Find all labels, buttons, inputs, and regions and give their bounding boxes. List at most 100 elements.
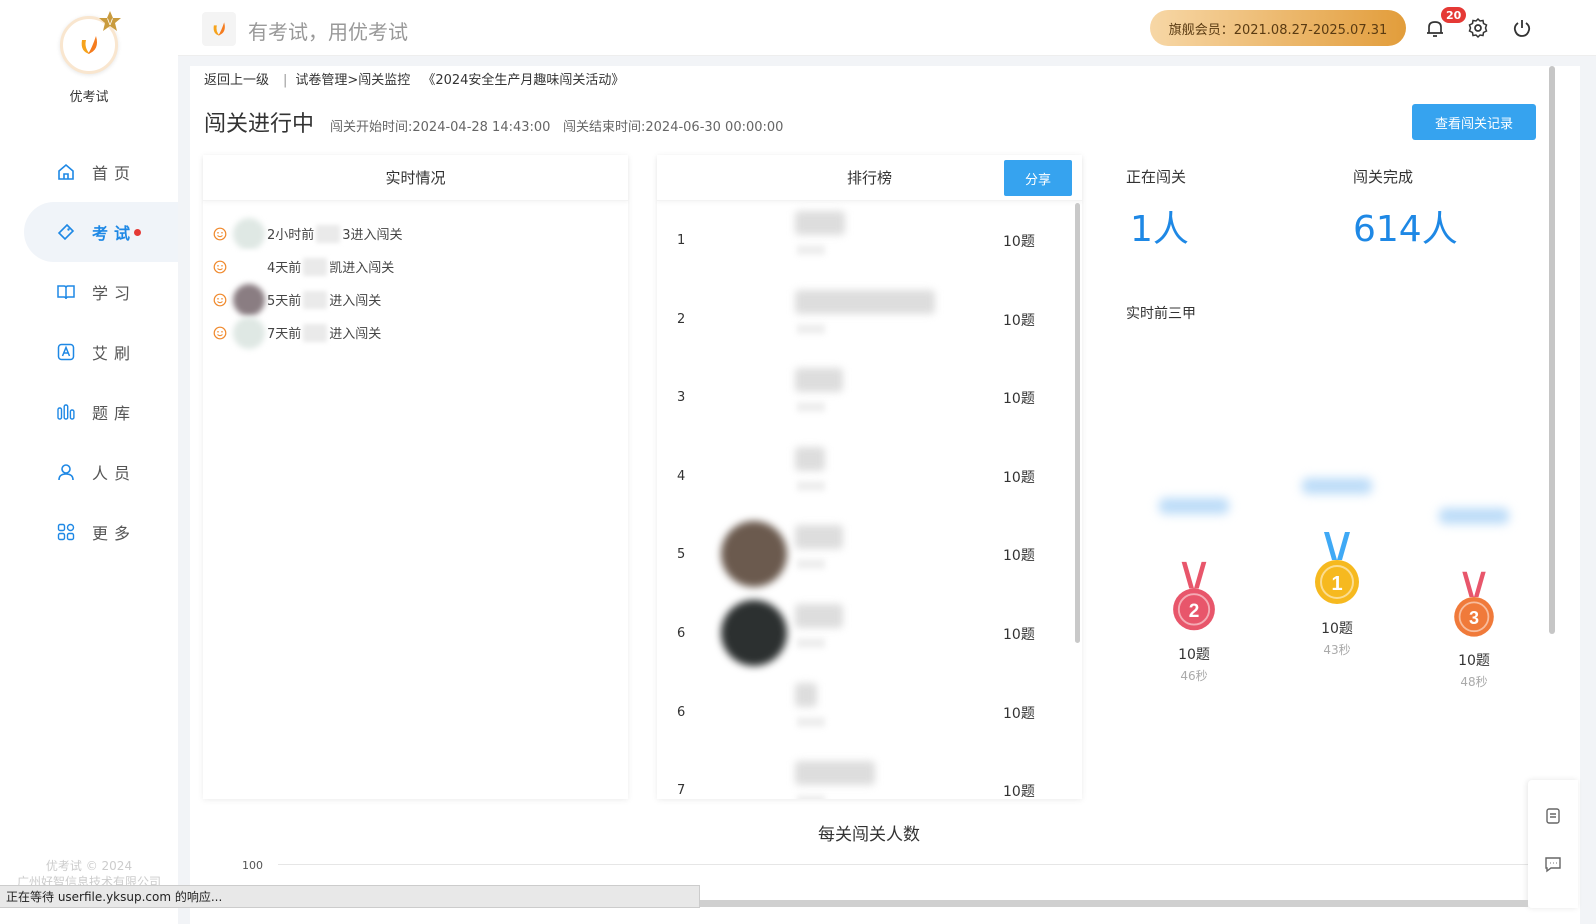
avatar: [721, 678, 787, 745]
app-slogan: 有考试，用优考试: [248, 20, 408, 44]
avatar: [721, 285, 787, 352]
exam-tag-icon: [56, 222, 76, 242]
leaderboard-list[interactable]: 1 10题 2 10题 3 10题 4 10题 5 10题 6 10题 6 10题 7 10题: [657, 201, 1082, 799]
blurred-username: [795, 289, 935, 314]
chart-gridline: [278, 864, 1528, 865]
blurred-username: [1159, 498, 1229, 514]
sidebar-item-label: 人员: [92, 464, 137, 483]
leaderboard-row: 6 10题: [657, 673, 1075, 752]
user-icon: [56, 462, 76, 482]
chart-title: 每关闯关人数: [818, 825, 920, 845]
header-logo[interactable]: [202, 12, 236, 46]
podium-score: 10题: [1178, 647, 1210, 663]
podium-time: 46秒: [1180, 669, 1208, 683]
rank-number: 6: [677, 704, 686, 720]
blurred-username: [1439, 508, 1509, 524]
chat-tool-icon[interactable]: [1528, 840, 1578, 888]
share-button[interactable]: 分享: [1004, 160, 1072, 196]
leaderboard-row: 3 10题: [657, 358, 1075, 437]
document-tool-icon[interactable]: [1528, 792, 1578, 840]
realtime-item: 5天前 进入闯关: [203, 283, 628, 316]
medal-2-icon: 2: [1173, 561, 1215, 631]
sidebar-item-home[interactable]: 首页: [0, 142, 178, 202]
horizontal-scrollbar[interactable]: [700, 900, 1528, 907]
leaderboard-row: 7 10题: [657, 751, 1075, 799]
sidebar-item-more[interactable]: 更多: [0, 502, 178, 562]
realtime-action: 进入闯关: [329, 327, 382, 342]
blurred-username: [316, 224, 341, 243]
realtime-list: 2小时前 3进入闯关 4天前 凯进入闯关 5天前 进入闯关 7天前 进入闯关: [203, 201, 628, 349]
sidebar-item-label: 艾刷: [92, 344, 137, 363]
rank-score: 10题: [1003, 312, 1035, 329]
new-dot-badge: [134, 228, 142, 236]
realtime-action: 进入闯关: [329, 294, 382, 309]
home-icon: [56, 162, 76, 182]
blurred-subtext: [797, 323, 825, 334]
avatar: [233, 217, 265, 250]
realtime-item: 7天前 进入闯关: [203, 316, 628, 349]
rank-score: 10题: [1003, 234, 1035, 250]
start-time: 闯关开始时间:2024-04-28 14:43:00: [330, 120, 551, 135]
view-records-button[interactable]: 查看闯关记录: [1412, 104, 1536, 140]
leaderboard-scrollbar[interactable]: [1075, 203, 1080, 643]
blurred-username: [303, 257, 328, 276]
sidebar-nav: 首页 考试 学习 艾刷 题库 人员 更多: [0, 142, 178, 562]
smile-icon: [213, 326, 227, 339]
sidebar-item-question-bank[interactable]: 题库: [0, 382, 178, 442]
podium-time: 43秒: [1323, 643, 1351, 657]
vip-crown-icon: V: [99, 11, 121, 31]
blurred-subtext: [797, 245, 825, 255]
realtime-item: 2小时前 3进入闯关: [203, 217, 628, 250]
medal-number: 1: [1331, 573, 1342, 595]
realtime-time: 7天前: [267, 327, 302, 342]
blurred-subtext: [797, 402, 825, 413]
realtime-time: 5天前: [267, 294, 302, 309]
sidebar-item-label: 题库: [92, 404, 137, 423]
vip-membership-badge[interactable]: 旗舰会员：2021.08.27-2025.07.31: [1150, 10, 1406, 46]
rank-number: 1: [677, 233, 686, 248]
realtime-title: 实时情况: [203, 155, 628, 201]
blurred-username: [795, 761, 875, 786]
app-logo[interactable]: V: [60, 11, 121, 74]
app-name: 优考试: [69, 90, 109, 105]
logo-icon: [81, 36, 97, 54]
rank-score: 10题: [1003, 469, 1035, 486]
back-link[interactable]: 返回上一级: [204, 73, 269, 88]
sidebar-item-exam[interactable]: 考试: [24, 202, 178, 262]
rank-score: 10题: [1003, 548, 1035, 565]
grid-icon: [56, 522, 76, 542]
power-logout-icon[interactable]: [1509, 15, 1535, 41]
page-scrollbar[interactable]: [1549, 66, 1555, 634]
avatar: [721, 364, 787, 431]
leaderboard-row: 5 10题: [657, 515, 1075, 594]
sidebar-item-people[interactable]: 人员: [0, 442, 178, 502]
sidebar-item-label: 更多: [92, 524, 137, 543]
breadcrumb-path[interactable]: 试卷管理>闯关监控: [295, 73, 410, 88]
sidebar: V 优考试 首页 考试 学习 艾刷 题库 人员 更多 优考试 © 2024 广州…: [0, 0, 178, 924]
rank-number: 3: [677, 390, 686, 406]
book-icon: [56, 282, 76, 302]
realtime-item: 4天前 凯进入闯关: [203, 250, 628, 283]
podium-place-3: 3 10题 48秒: [1424, 508, 1524, 690]
blurred-username: [795, 368, 843, 393]
notification-count-badge: 20: [1440, 6, 1468, 24]
blurred-username: [795, 604, 843, 628]
settings-gear-icon[interactable]: [1465, 15, 1491, 41]
in-progress-value: 1人: [1130, 209, 1189, 250]
end-time: 闯关结束时间:2024-06-30 00:00:00: [563, 120, 784, 135]
footer-copyright: 优考试 © 2024: [45, 859, 133, 873]
rank-number: 7: [677, 783, 686, 799]
floating-tools: [1528, 780, 1578, 908]
podium-place-2: 2 10题 46秒: [1144, 498, 1244, 684]
sidebar-item-aishua[interactable]: 艾刷: [0, 322, 178, 382]
sidebar-item-study[interactable]: 学习: [0, 262, 178, 322]
blurred-username: [795, 525, 843, 550]
smile-icon: [213, 260, 227, 273]
blurred-username: [303, 323, 328, 342]
breadcrumb: 返回上一级 | 试卷管理>闯关监控 《2024安全生产月趣味闯关活动》: [204, 69, 630, 88]
medal-number: 2: [1189, 601, 1200, 622]
blurred-username: [1302, 478, 1372, 494]
blurred-subtext: [797, 795, 825, 799]
bar-chart-icon: [56, 402, 76, 422]
realtime-action: 3进入闯关: [342, 228, 403, 243]
